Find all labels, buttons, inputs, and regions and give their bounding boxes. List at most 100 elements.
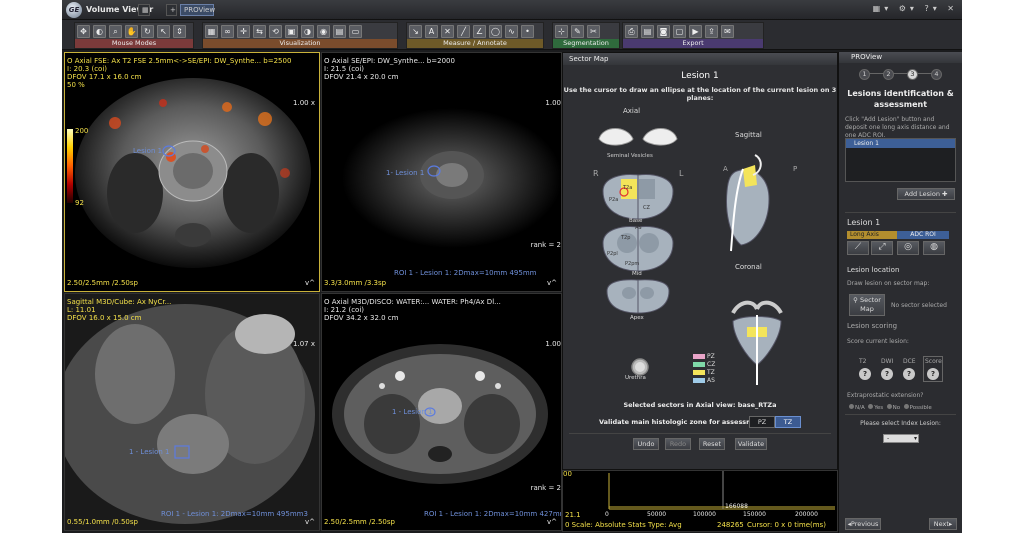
orientation-marker[interactable]: v^ <box>547 279 557 287</box>
add-tab-button[interactable]: + <box>166 4 177 16</box>
camera-icon[interactable]: ◙ <box>657 25 670 38</box>
link-icon[interactable]: ∞ <box>221 25 234 38</box>
lesion-label[interactable]: Lesion 1 <box>133 147 162 155</box>
segmentation-label[interactable]: Segmentation <box>553 39 619 48</box>
move-icon[interactable]: ✥ <box>77 25 90 38</box>
mid-label: Mid <box>632 271 642 277</box>
reset-button[interactable]: Reset <box>699 438 725 450</box>
fusion-icon[interactable]: ◉ <box>317 25 330 38</box>
pan-icon[interactable]: ✋ <box>125 25 138 38</box>
total-score[interactable]: ? <box>927 368 939 380</box>
step-1[interactable]: 1 <box>859 69 870 80</box>
scroll-icon[interactable]: ⇕ <box>173 25 186 38</box>
zone-tz-button[interactable]: TZ <box>775 416 801 428</box>
measure-annotate-label[interactable]: Measure / Annotate <box>407 39 543 48</box>
legend-item-pz: PZ <box>693 353 715 361</box>
layout-icon[interactable]: ▦ <box>205 25 218 38</box>
display-icon[interactable]: ▭ <box>349 25 362 38</box>
viewport-time-curve[interactable]: 00 166088 0 50000 100000 150000 200000 2… <box>562 470 838 532</box>
viewport-axial-t2-fusion[interactable]: 200 92 O Axial FSE: Ax T2 FSE 2.5mm<->SE… <box>64 52 320 292</box>
index-lesion-select[interactable]: - ▾ <box>883 434 919 443</box>
option-possible[interactable]: Possible <box>903 404 932 411</box>
save-icon[interactable]: ▤ <box>641 25 654 38</box>
window-level-icon[interactable]: ◐ <box>93 25 106 38</box>
x-tick-4: 200000 <box>795 511 818 518</box>
movie-icon[interactable]: ▶ <box>689 25 702 38</box>
brush-icon[interactable]: ✎ <box>571 25 584 38</box>
next-button[interactable]: Next▸ <box>929 518 957 530</box>
option-na[interactable]: N/A <box>849 404 865 411</box>
add-lesion-button[interactable]: Add Lesion ✚ <box>897 188 955 200</box>
angle-icon[interactable]: ∠ <box>473 25 486 38</box>
window-controls[interactable]: ▦▾ ⚙▾ ?▾ ✕ <box>873 4 958 13</box>
export-label[interactable]: Export <box>623 39 763 48</box>
viewport-sagittal[interactable]: Sagittal M3D/Cube: Ax NyCr... L: 11.01 D… <box>64 293 320 531</box>
arrow-icon[interactable]: ↘ <box>409 25 422 38</box>
step-2[interactable]: 2 <box>883 69 894 80</box>
long-axis-edit-icon[interactable]: ⤢ <box>871 241 893 255</box>
dwi-score[interactable]: ? <box>881 368 893 380</box>
t2-label: T2 <box>859 358 867 365</box>
mouse-modes-label[interactable]: Mouse Modes <box>75 39 193 48</box>
t2-score[interactable]: ? <box>859 368 871 380</box>
redo-button[interactable]: Redo <box>665 438 691 450</box>
sector-map-button[interactable]: ⚲ Sector Map <box>849 294 885 316</box>
lesion-list-item[interactable]: Lesion 1 <box>846 139 955 148</box>
lesion-label[interactable]: 1 - Lesion 1 <box>129 448 170 456</box>
graph-edge-value: 00 <box>563 470 572 478</box>
toolbar-group-visualization: ▦ ∞ ✛ ⇆ ⟲ ▣ ◑ ◉ ▤ ▭ Visualization <box>202 22 398 49</box>
spline-icon[interactable]: ∿ <box>505 25 518 38</box>
window-menu-icon[interactable]: ▦ <box>138 4 150 16</box>
tab-proview[interactable]: PROView <box>180 4 215 16</box>
seed-icon[interactable]: ⊹ <box>555 25 568 38</box>
orientation-marker[interactable]: v^ <box>305 518 315 526</box>
zone-pz-button[interactable]: PZ <box>749 416 775 428</box>
graph-status: 0 Scale: Absolute Stats Type: Avg <box>565 521 682 529</box>
annotation-toggle-icon[interactable]: ▣ <box>285 25 298 38</box>
orientation-marker[interactable]: v^ <box>547 518 557 526</box>
lesion-label[interactable]: 1 - Lesion 1 <box>392 408 433 416</box>
select-icon[interactable]: ↖ <box>157 25 170 38</box>
cross-measure-icon[interactable]: ✕ <box>441 25 454 38</box>
lesion-list[interactable]: Lesion 1 <box>845 138 956 182</box>
adc-roi-edit-icon[interactable]: ◍ <box>923 241 945 255</box>
option-no[interactable]: No <box>886 404 900 411</box>
long-axis-tool-icon[interactable]: ⟋ <box>847 241 869 255</box>
undo-button[interactable]: Undo <box>633 438 659 450</box>
lesion-section-title: Lesion 1 <box>847 218 881 227</box>
sculpt-icon[interactable]: ✂ <box>587 25 600 38</box>
film-icon[interactable]: ▤ <box>333 25 346 38</box>
sync-icon[interactable]: ⇆ <box>253 25 266 38</box>
orientation-marker[interactable]: v^ <box>305 279 315 287</box>
zone-t2a: T2a <box>623 185 633 191</box>
x-tick-2: 100000 <box>693 511 716 518</box>
point-icon[interactable]: • <box>521 25 534 38</box>
text-icon[interactable]: A <box>425 25 438 38</box>
report-icon[interactable]: ✉ <box>721 25 734 38</box>
distance-icon[interactable]: ╱ <box>457 25 470 38</box>
crosshair-icon[interactable]: ✛ <box>237 25 250 38</box>
previous-button[interactable]: ◂Previous <box>845 518 881 530</box>
no-sector-text: No sector selected <box>891 302 947 309</box>
screenshot-icon[interactable]: ▢ <box>673 25 686 38</box>
prostate-sector-map[interactable] <box>563 95 839 395</box>
reset-view-icon[interactable]: ⟲ <box>269 25 282 38</box>
option-yes[interactable]: Yes <box>868 404 883 411</box>
dce-score[interactable]: ? <box>903 368 915 380</box>
viewport-header-line-1: Sagittal M3D/Cube: Ax NyCr... <box>67 298 172 306</box>
rotate-icon[interactable]: ↻ <box>141 25 154 38</box>
adc-roi-label: ADC ROI <box>897 231 949 239</box>
print-icon[interactable]: ⎙ <box>625 25 638 38</box>
step-4[interactable]: 4 <box>931 69 942 80</box>
invert-icon[interactable]: ◑ <box>301 25 314 38</box>
lesion-label[interactable]: 1- Lesion 1 <box>386 169 424 177</box>
viewport-axial-dwi[interactable]: O Axial SE/EPI: DW_Synthe... b=2000 I: 2… <box>321 52 562 292</box>
step-3[interactable]: 3 <box>907 69 918 80</box>
visualization-label[interactable]: Visualization <box>203 39 397 48</box>
adc-roi-tool-icon[interactable]: ◎ <box>897 241 919 255</box>
viewport-axial-dce[interactable]: O Axial M3D/DISCO: WATER:... WATER: Ph4/… <box>321 293 562 531</box>
zoom-icon[interactable]: ⌕ <box>109 25 122 38</box>
roi-icon[interactable]: ◯ <box>489 25 502 38</box>
validate-button[interactable]: Validate <box>735 438 767 450</box>
network-icon[interactable]: ⇪ <box>705 25 718 38</box>
